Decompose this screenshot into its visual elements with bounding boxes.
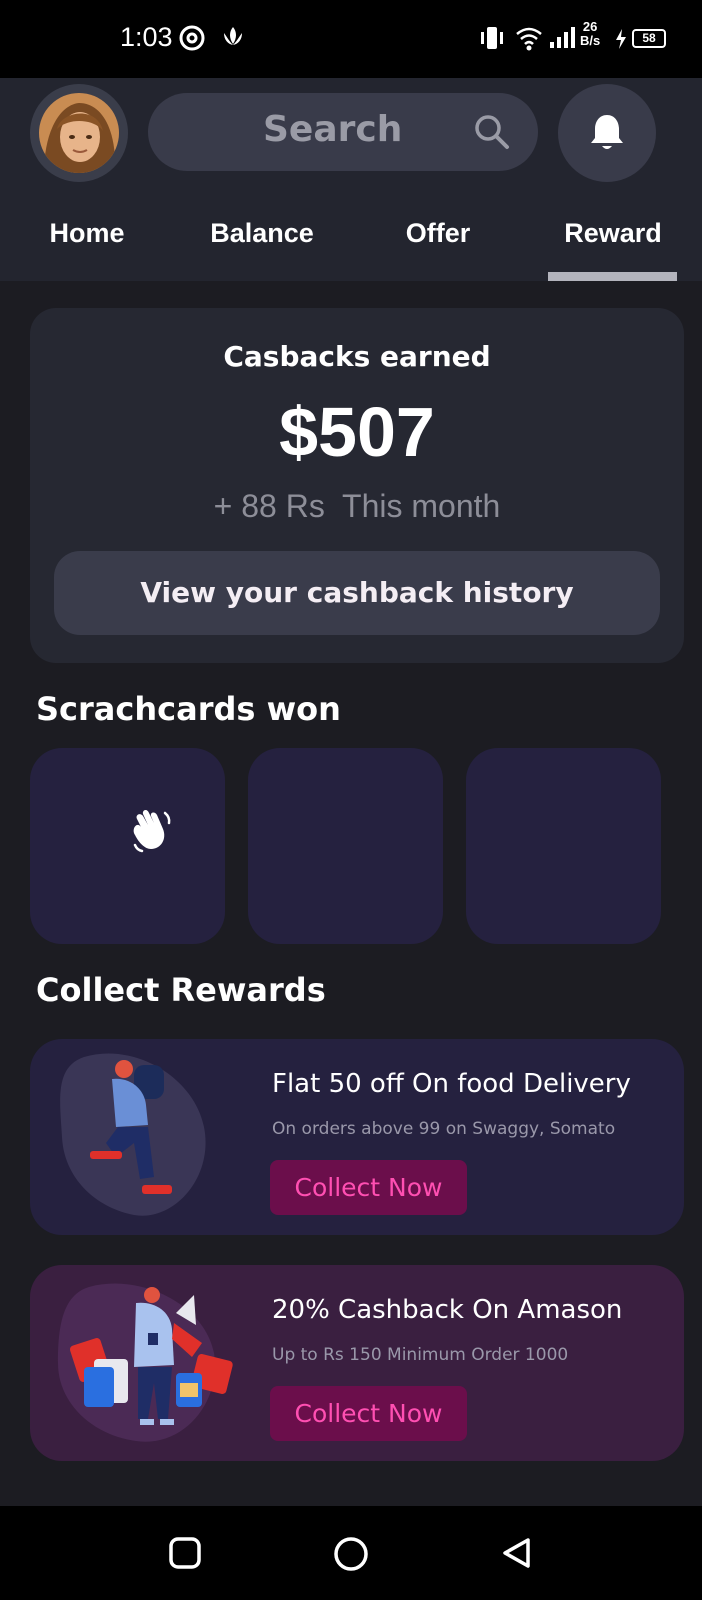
reward-card[interactable]: 20% Cashback On Amason Up to Rs 150 Mini… [30,1265,684,1461]
runner-illustration [60,1053,206,1216]
battery-icon: 58 [632,29,666,48]
reward-card[interactable]: Flat 50 off On food Delivery On orders a… [30,1039,684,1235]
charging-icon [614,28,628,54]
wifi-icon [514,24,544,56]
notifications-button[interactable] [558,84,656,182]
reward-title: Flat 50 off On food Delivery [272,1069,631,1099]
bell-icon [591,115,623,149]
cashback-month-delta: + 88 Rs This month [213,488,501,524]
cashback-card: Casbacks earned $507 + 88 Rs This month … [30,308,684,663]
scratchcard[interactable] [248,748,443,944]
search-icon[interactable] [473,113,511,155]
cashback-title: Casbacks earned [223,340,491,373]
shopper-illustration [58,1283,233,1442]
collect-now-button[interactable]: Collect Now [270,1386,467,1441]
status-bar: 1:03 26 B/s 58 [0,0,702,78]
signal-icon [548,24,578,56]
collect-rewards-title: Collect Rewards [36,971,326,1009]
tab-bar: Home Balance Offer Reward [0,210,702,281]
scratchcard[interactable] [30,748,225,944]
system-nav-bar [0,1506,702,1600]
tab-home[interactable]: Home [49,218,124,249]
tab-balance[interactable]: Balance [210,218,314,249]
lotus-icon [220,24,246,54]
reward-subtitle: Up to Rs 150 Minimum Order 1000 [272,1345,569,1365]
reward-title: 20% Cashback On Amason [272,1295,623,1325]
scratchcards-title: Scrachcards won [36,690,341,728]
scratchcard[interactable] [466,748,661,944]
status-time: 1:03 [120,22,173,52]
active-tab-indicator [548,272,677,281]
avatar-image [39,93,119,173]
at-sign-icon [178,24,206,56]
search-bar[interactable]: Search [148,93,538,171]
search-placeholder: Search [263,109,403,150]
net-speed: 26 B/s [580,19,601,48]
tab-reward[interactable]: Reward [564,218,662,249]
tab-offer[interactable]: Offer [406,218,471,249]
avatar[interactable] [30,84,128,182]
reward-subtitle: On orders above 99 on Swaggy, Somato [272,1119,616,1139]
collect-now-button[interactable]: Collect Now [270,1160,467,1215]
back-icon[interactable] [500,1536,534,1570]
recents-icon[interactable] [168,1536,202,1570]
waving-hand-icon [133,810,171,853]
cashback-history-button[interactable]: View your cashback history [54,551,660,635]
home-icon[interactable] [333,1536,369,1572]
cashback-amount: $507 [279,393,435,471]
vibrate-icon [478,24,506,56]
